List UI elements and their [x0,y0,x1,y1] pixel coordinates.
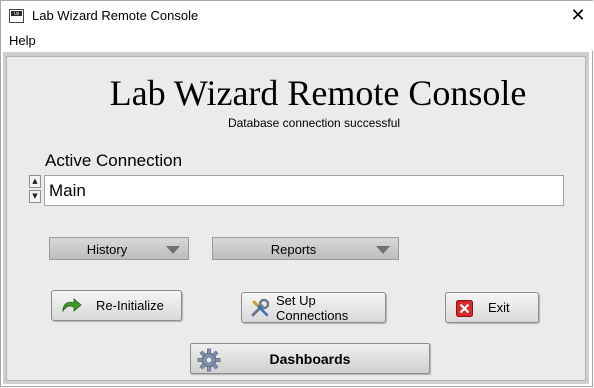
red-x-icon [456,300,473,317]
app-icon-text: LW [11,11,22,16]
reports-dropdown[interactable]: Reports [212,237,399,260]
spin-up-button[interactable]: ▲ [29,175,41,188]
reports-dropdown-label: Reports [270,242,317,257]
chevron-down-icon [166,246,180,254]
close-icon[interactable]: ✕ [567,5,589,27]
window-title: Lab Wizard Remote Console [32,8,199,23]
dashboards-button[interactable]: Dashboards [190,343,430,374]
spin-down-button[interactable]: ▼ [29,190,41,203]
menu-help[interactable]: Help [9,33,36,48]
title-bar[interactable]: LW Lab Wizard Remote Console ✕ [1,1,593,31]
page-title: Lab Wizard Remote Console [109,73,527,113]
active-connection-field[interactable]: Main [44,175,564,206]
chevron-down-icon [376,246,390,254]
reinitialize-button[interactable]: Re-Initialize [51,290,182,321]
refresh-arrow-icon [62,298,82,313]
app-icon: LW [9,9,24,23]
menu-bar: Help [1,31,593,51]
exit-button[interactable]: Exit [445,292,539,323]
exit-label: Exit [488,300,510,315]
dashboards-label: Dashboards [269,350,351,367]
active-connection-label: Active Connection [45,151,183,170]
wrench-screwdriver-icon [251,298,270,317]
history-dropdown[interactable]: History [49,237,189,260]
history-dropdown-label: History [86,242,128,257]
setup-connections-button[interactable]: Set Up Connections [241,292,386,323]
connection-status: Database connection successful [227,116,401,130]
setup-connections-label: Set Up Connections [276,292,349,323]
reinitialize-label: Re-Initialize [96,298,164,313]
